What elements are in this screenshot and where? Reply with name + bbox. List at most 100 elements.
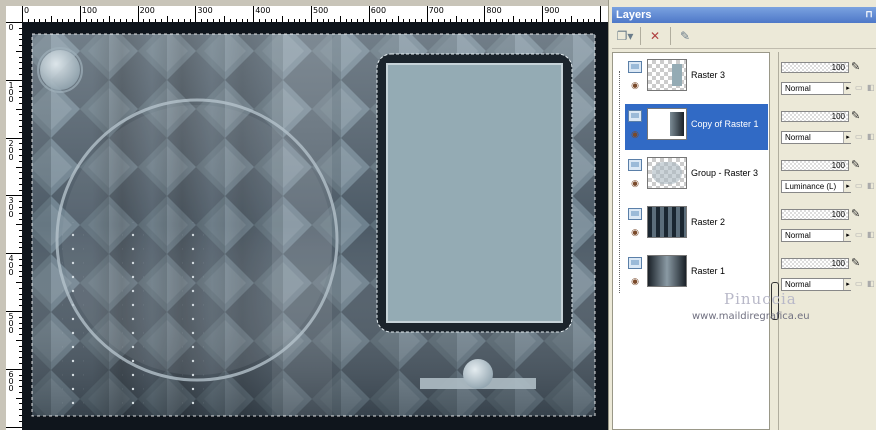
toolbar-separator: [670, 27, 671, 45]
pin-icon[interactable]: ⊓: [864, 8, 874, 20]
lock-icon[interactable]: ▭: [855, 83, 865, 93]
layer-properties: 100 ✎ Luminance (L) ▸ ▭ ◧: [781, 154, 876, 200]
layer-row[interactable]: ◉ Raster 3: [625, 55, 768, 101]
canvas-pane: 0 100 200 300 400 500 600 700 800 900 0 1 0 0 2 0 0…: [0, 0, 608, 430]
eye-icon[interactable]: ◉: [628, 228, 642, 237]
watermark-url: www.maildiregrafica.eu: [692, 311, 810, 322]
opacity-value: 100: [831, 259, 845, 268]
ruler-corner: [6, 6, 23, 23]
visibility-toggle-icon[interactable]: [628, 208, 642, 220]
opacity-value: 100: [831, 210, 845, 219]
ruler-h-label: 800: [486, 6, 502, 15]
ruler-tick: [426, 6, 428, 22]
layer-name: Raster 1: [691, 266, 726, 276]
lock-icon[interactable]: ▭: [855, 279, 865, 289]
ruler-v-label: 5 0 0: [8, 312, 14, 335]
layer-row[interactable]: ◉ Copy of Raster 1: [625, 104, 768, 150]
layer-thumbnail: [647, 59, 687, 91]
layer-thumbnail: [647, 255, 687, 287]
lock-icon[interactable]: ▭: [855, 181, 865, 191]
eye-icon[interactable]: ◉: [628, 277, 642, 286]
delete-layer-icon[interactable]: ✕: [644, 27, 666, 45]
visibility-toggle-icon[interactable]: [628, 257, 642, 269]
vertical-ruler[interactable]: 0 1 0 0 2 0 0 3 0 0 4 0 0 5 0 0 6 0 0: [6, 22, 23, 430]
edit-selection-icon[interactable]: ✎: [674, 27, 696, 45]
lock-icon[interactable]: ▭: [855, 230, 865, 240]
layer-properties-column: 100 ✎ Normal ▸ ▭ ◧ 100 ✎ Normal ▸ ▭ ◧ 100 ✎ Luminance …: [778, 52, 876, 430]
ruler-h-label: 900: [544, 6, 560, 15]
paintbrush-icon[interactable]: ✎: [851, 256, 865, 270]
eye-icon[interactable]: ◉: [628, 81, 642, 90]
ruler-h-label: 600: [370, 6, 387, 15]
opacity-slider[interactable]: 100: [781, 209, 849, 220]
dropdown-arrow-icon[interactable]: ▸: [843, 230, 852, 241]
lock-icon[interactable]: ▭: [855, 132, 865, 142]
blend-mode-select[interactable]: Luminance (L): [781, 180, 851, 193]
blend-mode-select[interactable]: Normal: [781, 229, 851, 242]
image-canvas[interactable]: [22, 22, 608, 430]
paintbrush-icon[interactable]: ✎: [851, 109, 865, 123]
opacity-slider[interactable]: 100: [781, 160, 849, 171]
watermark-name: Pinuccia: [724, 290, 797, 308]
eye-icon[interactable]: ◉: [628, 179, 642, 188]
ruler-h-label: 100: [81, 6, 98, 15]
ruler-tick: [542, 6, 544, 22]
layers-panel-titlebar[interactable]: Layers ⊓: [612, 7, 876, 23]
opacity-value: 100: [831, 161, 845, 170]
ruler-tick: [195, 6, 197, 22]
artwork-image: [22, 22, 608, 430]
blend-mode-select[interactable]: Normal: [781, 131, 851, 144]
horizontal-ruler[interactable]: 0 100 200 300 400 500 600 700 800 900: [22, 6, 608, 23]
ruler-tick: [368, 6, 370, 22]
dropdown-arrow-icon[interactable]: ▸: [843, 83, 852, 94]
visibility-toggle-icon[interactable]: [628, 61, 642, 73]
ruler-v-label: 2 0 0: [8, 138, 14, 162]
paintbrush-icon[interactable]: ✎: [851, 60, 865, 74]
layer-thumbnail: [647, 206, 687, 238]
ruler-v-label: 4 0 0: [8, 254, 14, 278]
ruler-tick: [137, 6, 139, 22]
opacity-slider[interactable]: 100: [781, 111, 849, 122]
ruler-v-label: 0: [8, 23, 14, 32]
paintbrush-icon[interactable]: ✎: [851, 207, 865, 221]
opacity-slider[interactable]: 100: [781, 258, 849, 269]
toolbar-separator: [640, 27, 641, 45]
dropdown-arrow-icon[interactable]: ▸: [843, 132, 852, 143]
ruler-v-label: 6 0 0: [8, 369, 14, 393]
mask-icon[interactable]: ◧: [867, 132, 876, 142]
group-tree-line: [619, 71, 620, 293]
layer-row[interactable]: ◉ Group - Raster 3: [625, 153, 768, 199]
ruler-v-label: 1 0 0: [8, 80, 14, 104]
layer-name: Raster 2: [691, 217, 726, 227]
visibility-toggle-icon[interactable]: [628, 159, 642, 171]
eye-icon[interactable]: ◉: [628, 130, 642, 139]
layer-row[interactable]: ◉ Raster 2: [625, 202, 768, 248]
mask-icon[interactable]: ◧: [867, 83, 876, 93]
blend-mode-select[interactable]: Normal: [781, 82, 851, 95]
layer-properties: 100 ✎ Normal ▸ ▭ ◧: [781, 105, 876, 151]
ruler-h-label: 300: [197, 6, 213, 15]
opacity-slider[interactable]: 100: [781, 62, 849, 73]
ruler-tick: [22, 6, 23, 22]
mask-icon[interactable]: ◧: [867, 230, 876, 240]
mask-icon[interactable]: ◧: [867, 279, 876, 289]
visibility-toggle-icon[interactable]: [628, 110, 642, 122]
layer-name: Copy of Raster 1: [691, 119, 759, 129]
dropdown-arrow-icon[interactable]: ▸: [843, 279, 852, 290]
new-layer-icon[interactable]: ❐▾: [614, 27, 636, 45]
opacity-value: 100: [831, 63, 845, 72]
ruler-h-label: 400: [255, 6, 271, 15]
paintbrush-icon[interactable]: ✎: [851, 158, 865, 172]
ruler-h-label: 700: [428, 6, 444, 15]
layer-properties: 100 ✎ Normal ▸ ▭ ◧: [781, 203, 876, 249]
layer-name: Raster 3: [691, 70, 726, 80]
layer-list[interactable]: ◉ Raster 3 ◉ Copy of Raster 1 ◉ Group - Raste…: [612, 52, 770, 430]
ruler-h-label: 0: [24, 6, 30, 15]
mask-icon[interactable]: ◧: [867, 181, 876, 191]
ruler-tick: [253, 6, 255, 22]
ruler-tick: [79, 6, 81, 22]
dropdown-arrow-icon[interactable]: ▸: [843, 181, 852, 192]
ruler-tick: [484, 6, 486, 22]
layer-thumbnail: [647, 157, 687, 189]
layer-thumbnail: [647, 108, 687, 140]
